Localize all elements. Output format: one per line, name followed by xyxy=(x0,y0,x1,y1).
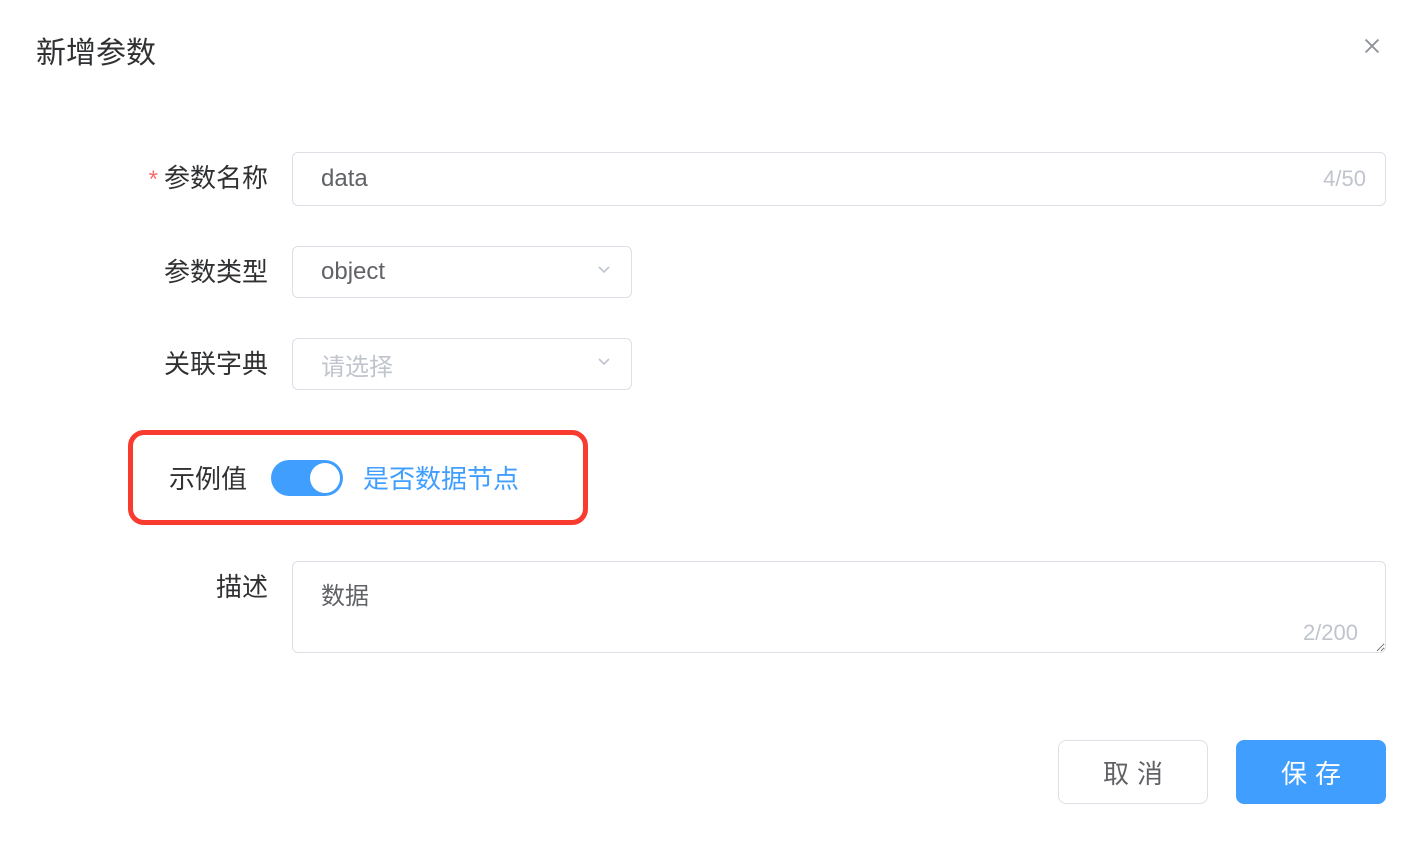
dictionary-select-wrap: 请选择 xyxy=(292,338,632,390)
description-counter: 2/200 xyxy=(1303,620,1358,646)
example-label: 示例值 xyxy=(133,459,271,496)
param-name-label: *参数名称 xyxy=(116,152,292,206)
modal-footer: 取消 保存 xyxy=(1058,740,1386,804)
description-label: 描述 xyxy=(116,561,292,613)
modal-title: 新增参数 xyxy=(36,28,156,72)
dictionary-row: 关联字典 请选择 xyxy=(116,338,1386,390)
example-row: 示例值 是否数据节点 xyxy=(152,430,1386,525)
dictionary-label: 关联字典 xyxy=(116,338,292,390)
param-type-select[interactable]: object xyxy=(292,246,632,298)
data-node-toggle-wrap: 是否数据节点 xyxy=(271,459,519,496)
param-type-value: object xyxy=(321,258,385,286)
param-type-label: 参数类型 xyxy=(116,246,292,298)
dictionary-select[interactable]: 请选择 xyxy=(292,338,632,390)
modal-header: 新增参数 xyxy=(36,28,1386,72)
example-highlight: 示例值 是否数据节点 xyxy=(128,430,588,525)
param-name-counter: 4/50 xyxy=(1323,166,1366,192)
param-name-control: 4/50 xyxy=(292,152,1386,206)
toggle-knob xyxy=(310,463,340,493)
description-textarea-wrap: 2/200 xyxy=(292,561,1386,658)
required-mark: * xyxy=(149,166,158,193)
param-form: *参数名称 4/50 参数类型 object xyxy=(36,152,1386,658)
param-name-row: *参数名称 4/50 xyxy=(116,152,1386,206)
data-node-toggle[interactable] xyxy=(271,460,343,496)
cancel-button[interactable]: 取消 xyxy=(1058,740,1208,804)
dictionary-placeholder: 请选择 xyxy=(321,347,393,382)
param-type-control: object xyxy=(292,246,1386,298)
data-node-toggle-label: 是否数据节点 xyxy=(363,459,519,496)
param-type-row: 参数类型 object xyxy=(116,246,1386,298)
param-name-input[interactable] xyxy=(292,152,1386,206)
param-name-input-wrap: 4/50 xyxy=(292,152,1386,206)
dictionary-control: 请选择 xyxy=(292,338,1386,390)
description-textarea[interactable] xyxy=(292,561,1386,653)
close-icon[interactable] xyxy=(1358,32,1386,60)
param-type-select-wrap: object xyxy=(292,246,632,298)
description-row: 描述 2/200 xyxy=(116,561,1386,658)
save-button[interactable]: 保存 xyxy=(1236,740,1386,804)
add-param-modal: 新增参数 *参数名称 4/50 参数类型 xyxy=(0,0,1422,844)
description-control: 2/200 xyxy=(292,561,1386,658)
